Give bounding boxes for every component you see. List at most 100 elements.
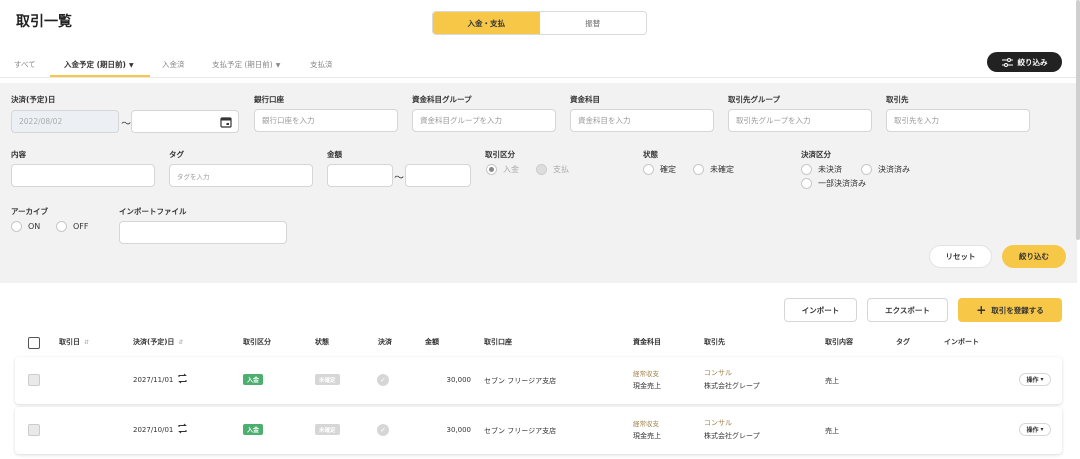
app-root: 取引一覧 入金・支払 振替 すべて 入金予定 (期日前) ▼ 入金済 支払予定 (… <box>0 0 1080 459</box>
filter-toggle-button[interactable]: 絞り込み <box>987 52 1062 72</box>
fund-group-input[interactable]: 資金科目グループを入力 <box>412 109 556 132</box>
table-row[interactable]: 2027/11/01 入金 未確定 ✓ 30,000 セブン フリージア支店 経… <box>15 357 1062 404</box>
settlement-radio-unsettled[interactable]: 未決済 <box>801 164 842 175</box>
archive-on-text: ON <box>28 222 41 231</box>
status-confirmed-text: 確定 <box>660 165 676 174</box>
partner-group-input[interactable]: 取引先グループを入力 <box>728 109 872 132</box>
radio-circle <box>643 164 654 175</box>
amount-min-input[interactable] <box>327 164 393 187</box>
segment-income-payment[interactable]: 入金・支払 <box>433 12 540 34</box>
column-header-label: 決済(予定)日 <box>133 338 175 346</box>
bank-input[interactable]: 銀行口座を入力 <box>254 109 398 132</box>
settle-date-from-input[interactable]: 2022/08/02 <box>11 110 119 133</box>
segment-transfer[interactable]: 振替 <box>539 12 646 34</box>
tab-payment-done[interactable]: 支払済 <box>310 59 333 70</box>
fund-label: 資金科目 <box>570 95 600 104</box>
radio-circle <box>801 164 812 175</box>
tab-income-scheduled[interactable]: 入金予定 (期日前) ▼ <box>64 59 134 70</box>
partner-value: 株式会社グレープ <box>704 432 760 440</box>
column-header-trade-date[interactable]: 取引日 ⇵ <box>59 337 89 347</box>
export-button[interactable]: エクスポート <box>867 298 948 322</box>
check-icon: ✓ <box>377 374 389 386</box>
fund-value: 現金売上 <box>633 432 661 440</box>
tab-payment-scheduled-label: 支払予定 (期日前) <box>212 60 273 69</box>
radio-circle <box>56 221 67 232</box>
tab-income-scheduled-label: 入金予定 (期日前) <box>64 60 126 69</box>
reset-button[interactable]: リセット <box>929 245 992 268</box>
status-radio-confirmed[interactable]: 確定 <box>643 164 676 175</box>
settlement-label: 決済区分 <box>801 150 831 159</box>
settlement-partial-text: 一部決済済み <box>818 179 866 188</box>
settle-date-label: 決済(予定)日 <box>11 95 56 104</box>
amount-range-tilde: 〜 <box>394 173 404 184</box>
archive-radio-off[interactable]: OFF <box>56 221 89 232</box>
active-tab-indicator <box>50 75 150 77</box>
plus-icon: + <box>976 303 987 317</box>
fund-group-value: 経常収支 <box>633 420 659 428</box>
radio-circle <box>536 164 547 175</box>
fund-value: 現金売上 <box>633 382 661 390</box>
date-range-tilde: 〜 <box>121 119 131 130</box>
kind-label: 取引区分 <box>485 150 515 159</box>
radio-circle <box>486 164 497 175</box>
status-badge: 未確定 <box>315 424 340 435</box>
sort-icon: ⇵ <box>178 339 184 346</box>
radio-circle <box>861 164 872 175</box>
account-value: セブン フリージア支店 <box>484 427 557 435</box>
kind-payment-text: 支払 <box>553 165 569 174</box>
radio-circle <box>11 221 22 232</box>
amount-value: 30,000 <box>446 426 472 434</box>
amount-max-input[interactable] <box>405 164 471 187</box>
tab-all[interactable]: すべて <box>14 59 36 70</box>
partner-input[interactable]: 取引先を入力 <box>886 109 1030 132</box>
partner-label: 取引先 <box>886 95 909 104</box>
archive-radio-on[interactable]: ON <box>11 221 40 232</box>
settlement-radio-partial[interactable]: 一部決済済み <box>801 178 866 189</box>
status-radio-unconfirmed[interactable]: 未確定 <box>693 164 734 175</box>
archive-label: アーカイブ <box>11 207 49 216</box>
fund-group-value: 経常収支 <box>633 370 659 378</box>
status-badge: 未確定 <box>315 374 340 385</box>
recurring-icon <box>178 373 187 384</box>
import-file-input[interactable] <box>119 221 287 244</box>
row-action-label: 操作 <box>1026 377 1039 384</box>
caret-down-icon: ▾ <box>1040 426 1044 433</box>
tab-income-done[interactable]: 入金済 <box>162 59 185 70</box>
column-header-status: 状態 <box>315 338 329 346</box>
archive-off-text: OFF <box>73 222 89 231</box>
sliders-icon <box>1001 57 1013 67</box>
amount-value: 30,000 <box>446 376 472 384</box>
row-action-label: 操作 <box>1026 427 1039 434</box>
tab-payment-scheduled[interactable]: 支払予定 (期日前) ▼ <box>212 59 280 70</box>
filter-toggle-label: 絞り込み <box>1017 57 1048 67</box>
import-button[interactable]: インポート <box>784 298 857 322</box>
vertical-scrollbar[interactable] <box>1076 0 1080 240</box>
partner-group-value: コンサル <box>704 419 732 427</box>
status-label: 状態 <box>643 150 658 159</box>
fund-input[interactable]: 資金科目を入力 <box>570 109 714 132</box>
settle-date-to-input[interactable] <box>131 110 239 133</box>
content-label: 内容 <box>11 150 26 159</box>
partner-group-value: コンサル <box>704 369 732 377</box>
page-title: 取引一覧 <box>16 14 72 30</box>
content-input[interactable] <box>11 164 155 187</box>
row-checkbox[interactable] <box>28 424 40 436</box>
tag-input[interactable]: タグを入力 <box>169 164 313 187</box>
kind-radio-payment[interactable]: 支払 <box>536 164 569 175</box>
column-header-amount: 金額 <box>425 338 439 346</box>
apply-filter-button[interactable]: 絞り込む <box>1002 245 1066 268</box>
row-action-button[interactable]: 操作 ▾ <box>1019 423 1051 436</box>
settlement-unsettled-text: 未決済 <box>818 165 842 174</box>
amount-label: 金額 <box>327 150 342 159</box>
row-action-button[interactable]: 操作 ▾ <box>1019 373 1051 386</box>
calendar-icon[interactable] <box>220 116 232 128</box>
kind-radio-income[interactable]: 入金 <box>486 164 519 175</box>
select-all-checkbox[interactable] <box>28 337 40 349</box>
column-header-kind: 取引区分 <box>243 338 271 346</box>
table-row[interactable]: 2027/10/01 入金 未確定 ✓ 30,000 セブン フリージア支店 経… <box>15 407 1062 454</box>
settlement-radio-settled[interactable]: 決済済み <box>861 164 910 175</box>
row-checkbox[interactable] <box>28 374 40 386</box>
content-value: 売上 <box>825 377 839 385</box>
add-transaction-button[interactable]: + 取引を登録する <box>958 298 1062 322</box>
column-header-settle-date[interactable]: 決済(予定)日 ⇵ <box>133 337 183 347</box>
